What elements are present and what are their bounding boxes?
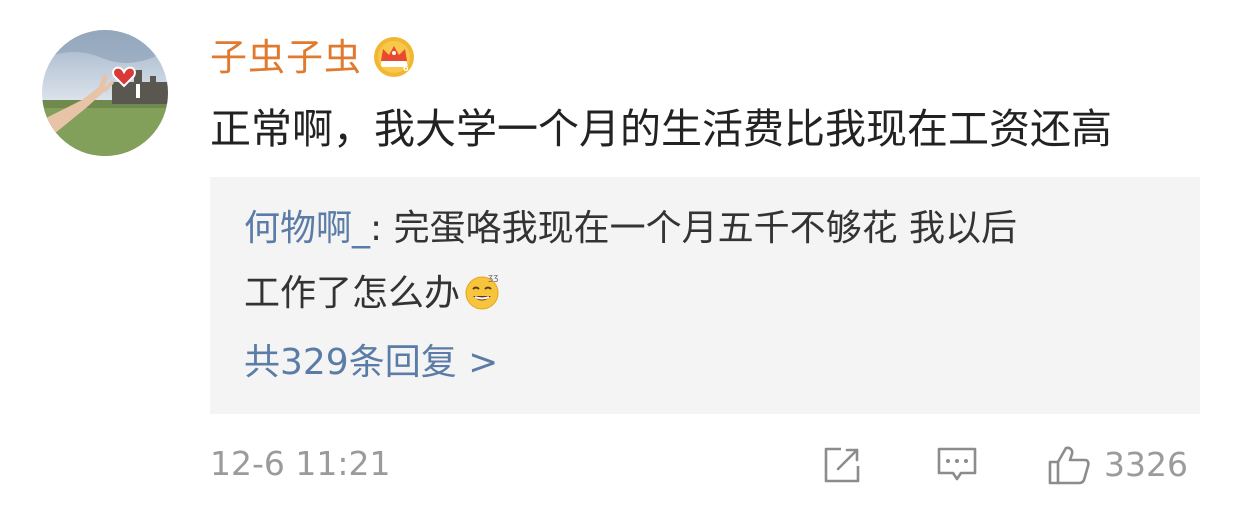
share-button[interactable] (821, 444, 863, 486)
username-row: 子虫子虫 6 (210, 30, 416, 84)
comment-button[interactable] (935, 444, 979, 486)
reply-line-1: 何物啊_: 完蛋咯我现在一个月五千不够花 我以后 (244, 207, 1180, 251)
reply-preview[interactable]: 何物啊_: 完蛋咯我现在一个月五千不够花 我以后 工作了怎么办 ʒʒ 共329条… (210, 177, 1200, 414)
avatar[interactable] (42, 30, 168, 156)
like-icon (1048, 446, 1090, 485)
avatar-photo (42, 30, 168, 156)
reply-text-part-2: 工作了怎么办 (244, 273, 461, 314)
like-count: 3326 (1104, 445, 1188, 484)
username[interactable]: 子虫子虫 (210, 39, 362, 76)
svg-text:6: 6 (403, 63, 409, 74)
sweat-smile-emoji-icon: ʒʒ (465, 273, 499, 310)
share-icon (824, 447, 860, 483)
timestamp: 12-6 11:21 (210, 444, 391, 483)
view-all-replies-link[interactable]: 共329条回复 > (244, 341, 498, 385)
comment-icon (937, 447, 977, 481)
reply-author[interactable]: 何物啊_ (244, 208, 370, 249)
svg-text:ʒʒ: ʒʒ (488, 273, 498, 283)
reply-line-2: 工作了怎么办 ʒʒ (244, 269, 1180, 316)
reply-text-part-1: : 完蛋咯我现在一个月五千不够花 我以后 (370, 208, 1018, 249)
comment-text: 正常啊，我大学一个月的生活费比我现在工资还高 (210, 105, 1112, 153)
crown-badge-icon[interactable]: 6 (372, 35, 416, 79)
like-button[interactable]: 3326 (1046, 444, 1188, 486)
